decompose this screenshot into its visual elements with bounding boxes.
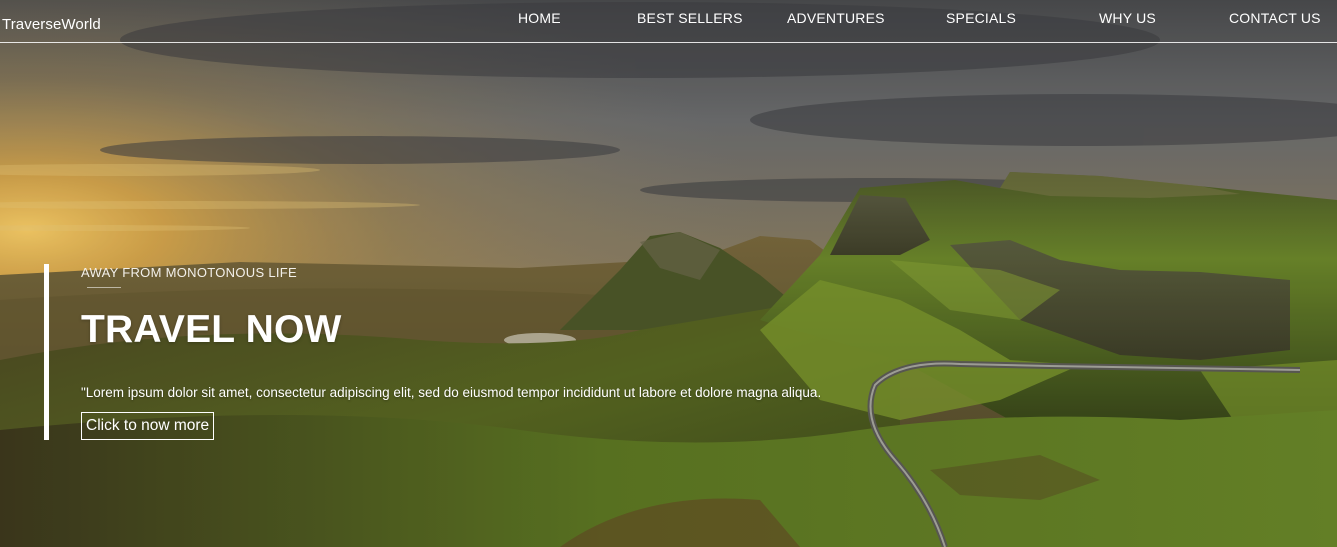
nav-link-contact-us[interactable]: CONTACT US <box>1229 10 1321 26</box>
hero-kicker: AWAY FROM MONOTONOUS LIFE <box>81 265 297 280</box>
hero-section: TraverseWorld HOME BEST SELLERS ADVENTUR… <box>0 0 1337 547</box>
nav-link-why-us[interactable]: WHY US <box>1099 10 1156 26</box>
nav-link-adventures[interactable]: ADVENTURES <box>787 10 885 26</box>
nav-link-best-sellers[interactable]: BEST SELLERS <box>637 10 743 26</box>
hero-description: "Lorem ipsum dolor sit amet, consectetur… <box>81 385 822 400</box>
top-navigation-bar: TraverseWorld HOME BEST SELLERS ADVENTUR… <box>0 0 1337 43</box>
brand-logo-text[interactable]: TraverseWorld <box>2 16 101 33</box>
nav-link-home[interactable]: HOME <box>518 10 561 26</box>
kicker-divider <box>87 287 121 288</box>
nav-link-specials[interactable]: SPECIALS <box>946 10 1016 26</box>
hero-headline: TRAVEL NOW <box>81 308 342 351</box>
learn-more-button[interactable]: Click to now more <box>81 412 215 440</box>
hero-content-block: AWAY FROM MONOTONOUS LIFE TRAVEL NOW "Lo… <box>44 264 944 440</box>
